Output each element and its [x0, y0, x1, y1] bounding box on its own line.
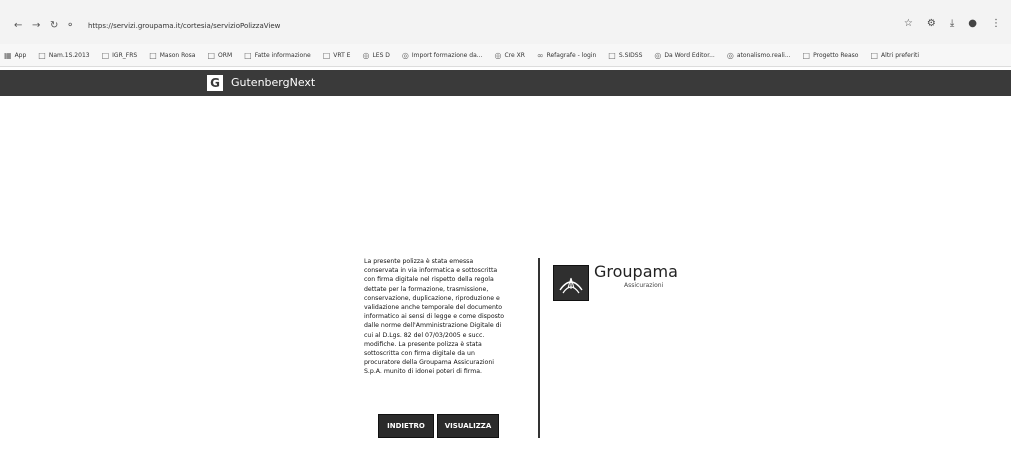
- bookmark-item[interactable]: □ Mason Rosa: [149, 51, 195, 60]
- star-icon[interactable]: ☆: [904, 18, 913, 29]
- bookmark-item[interactable]: □ Fatte informazione: [244, 51, 311, 60]
- back-button[interactable]: INDIETRO: [378, 414, 434, 438]
- profile-icon[interactable]: ●: [968, 18, 977, 29]
- link-icon: ∞: [536, 50, 544, 60]
- globe-icon: ◎: [654, 50, 662, 60]
- folder-icon: □: [802, 50, 811, 60]
- folder-icon: □: [870, 50, 879, 60]
- vertical-divider: [538, 258, 540, 438]
- bookmark-item[interactable]: □ IGR_FRS: [102, 51, 138, 60]
- folder-icon: □: [207, 50, 216, 60]
- bookmark-item[interactable]: □ ORM: [207, 51, 232, 60]
- folder-icon: □: [101, 50, 110, 60]
- address-bar[interactable]: https://servizi.groupama.it/cortesia/ser…: [80, 19, 848, 34]
- bookmark-item[interactable]: □ S.SIDSS: [608, 51, 642, 60]
- view-button[interactable]: VISUALIZZA: [437, 414, 499, 438]
- download-icon[interactable]: ⤓: [950, 18, 954, 29]
- browser-actions: ☆ ⚙ ⤓ ● ⋮: [904, 18, 1001, 29]
- globe-icon: ◎: [362, 50, 370, 60]
- app-title: GutenbergNext: [231, 76, 316, 89]
- bookmark-item[interactable]: ∞ Refagrafe - login: [537, 51, 596, 60]
- forward-arrow-icon[interactable]: →: [32, 20, 40, 31]
- folder-icon: □: [149, 50, 157, 60]
- folder-icon: □: [38, 50, 46, 60]
- extensions-icon[interactable]: ⚙: [927, 18, 936, 29]
- globe-icon: ◎: [726, 50, 734, 60]
- browser-toolbar: ← → ↻ ⚬ https://servizi.groupama.it/cort…: [0, 0, 1011, 45]
- bookmark-item[interactable]: ◎ Import formazione da...: [402, 51, 483, 60]
- lock-icon: ⚬: [66, 20, 75, 31]
- brand-subtitle: Assicurazioni: [624, 282, 664, 289]
- bookmark-item[interactable]: □ Progetto Reaso: [803, 51, 859, 60]
- folder-icon: □: [608, 50, 616, 60]
- bookmark-item[interactable]: □ Altri preferiti: [870, 51, 919, 60]
- back-arrow-icon[interactable]: ←: [14, 20, 22, 31]
- apps-grid-icon: ▦: [4, 50, 12, 60]
- globe-icon: ◎: [401, 50, 409, 60]
- bookmarks-bar: ▦ App □ Nam.1S.2013 □ IGR_FRS □ Mason Rosa □…: [0, 44, 1011, 67]
- folder-icon: □: [322, 50, 331, 60]
- bookmark-item[interactable]: □ Nam.1S.2013: [38, 51, 89, 60]
- bookmark-item[interactable]: ◎ LES D: [362, 51, 389, 60]
- bookmark-item[interactable]: ◎ atonalismo.reali...: [727, 51, 791, 60]
- groupama-logo-icon: [553, 265, 589, 301]
- globe-icon: ◎: [494, 50, 502, 60]
- reload-icon[interactable]: ↻: [50, 20, 58, 31]
- menu-icon[interactable]: ⋮: [991, 18, 1001, 29]
- app-logo: G: [207, 75, 223, 91]
- bookmark-item[interactable]: ▦ App: [4, 51, 26, 60]
- app-header: G GutenbergNext: [0, 70, 1011, 96]
- folder-icon: □: [244, 50, 252, 60]
- bookmark-item[interactable]: □ VRT E: [323, 51, 351, 60]
- bookmark-item[interactable]: ◎ Cre XR: [495, 51, 525, 60]
- brand-name: Groupama: [594, 262, 678, 281]
- policy-notice-text: La presente polizza è stata emessa conse…: [364, 258, 505, 376]
- bookmark-item[interactable]: ◎ Da Word Editor...: [654, 51, 714, 60]
